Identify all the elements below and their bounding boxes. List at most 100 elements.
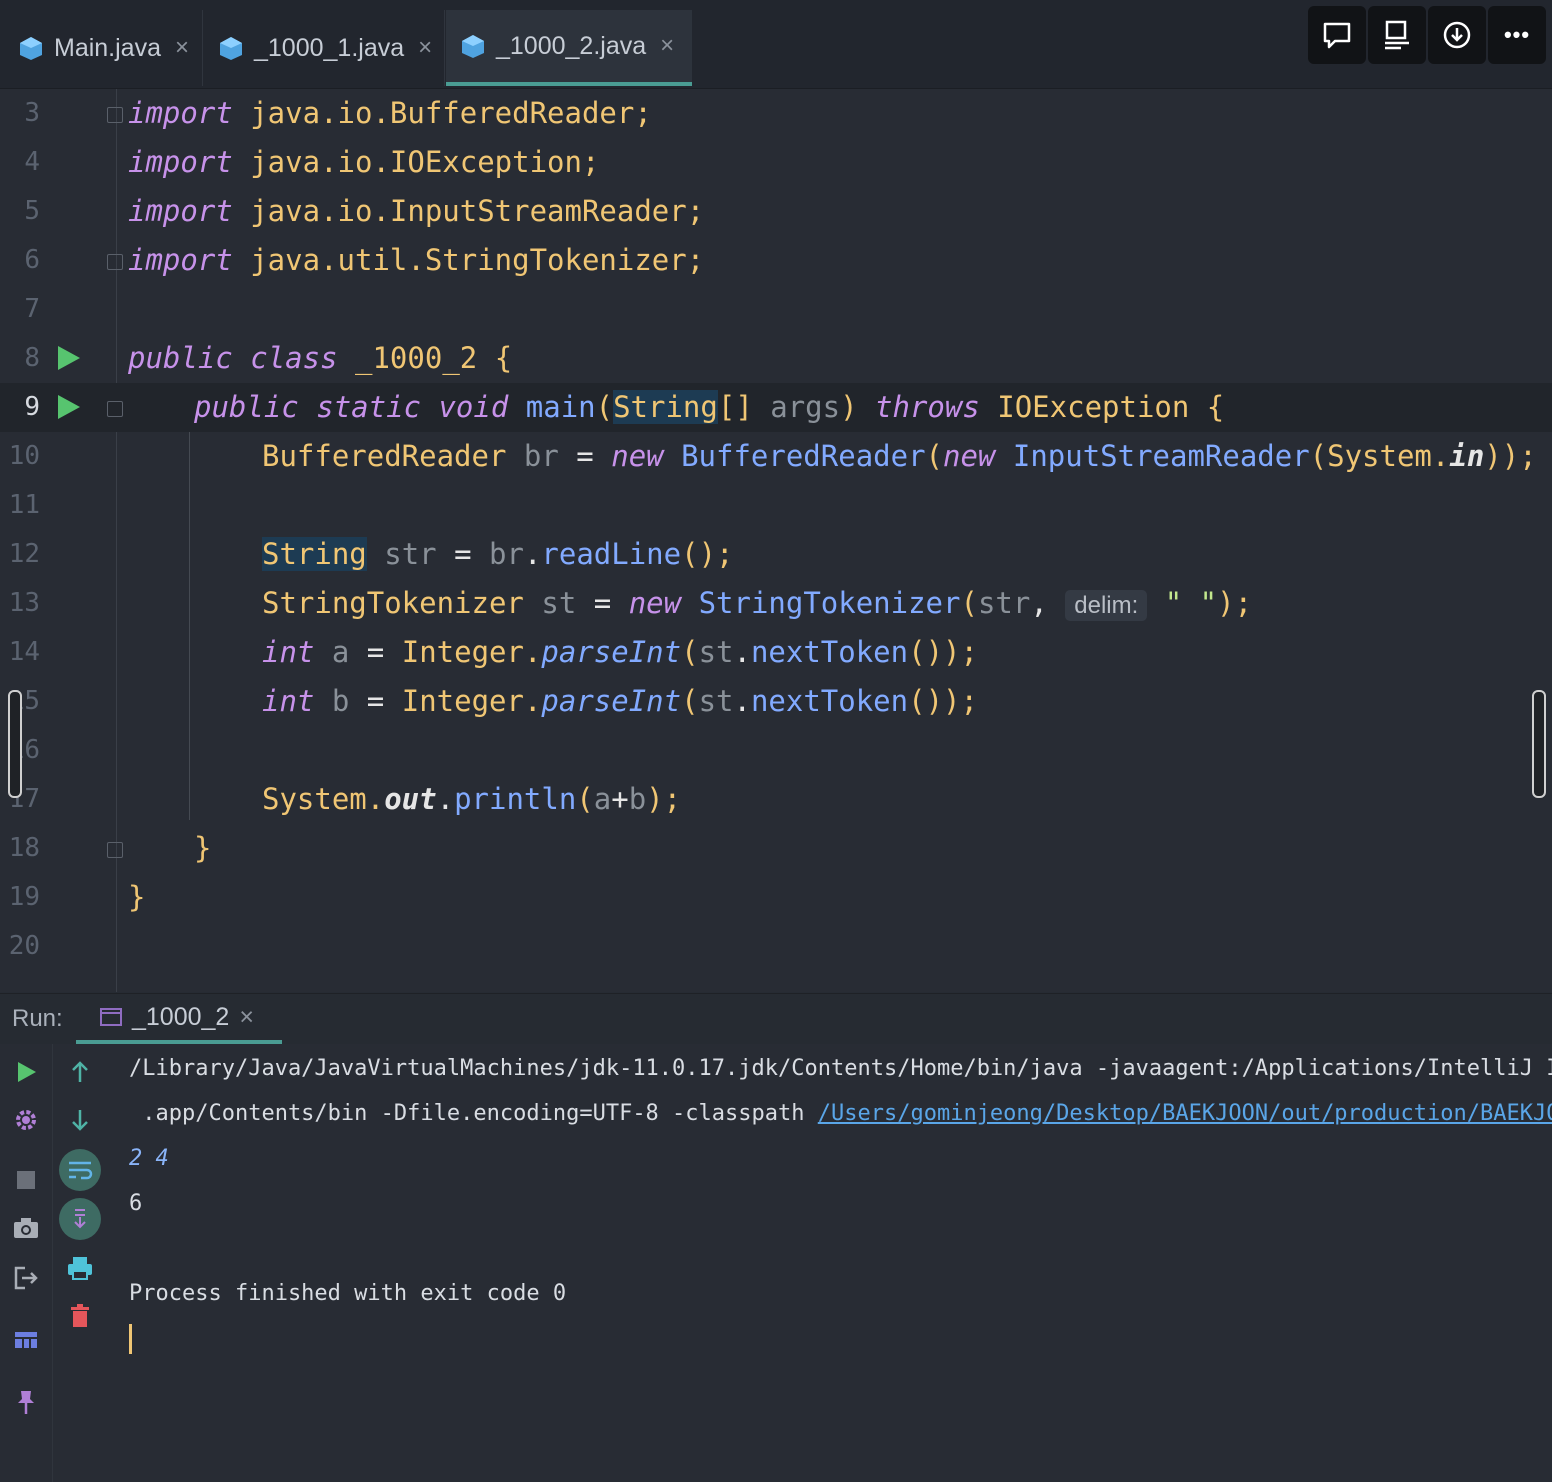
variable: a (593, 782, 612, 816)
code-editor[interactable]: 3 import java.io.BufferedReader; 4 impor… (0, 89, 1552, 992)
constructor: BufferedReader (681, 439, 926, 473)
tab-divider (444, 10, 445, 86)
right-scroll-handle[interactable] (1532, 690, 1546, 798)
classpath-link[interactable]: /Users/gominjeong/Desktop/BAEKJOON/out/p… (818, 1101, 1552, 1126)
tab-label: Main.java (54, 33, 161, 62)
class-ref: System. (262, 782, 385, 816)
printer-icon (68, 1257, 92, 1280)
console-icon (100, 1008, 122, 1026)
console-process-finished: Process finished with exit code 0 (129, 1281, 567, 1306)
run-gutter-icon[interactable] (58, 346, 80, 370)
line-number: 14 (8, 637, 40, 667)
code-line: 13 StringTokenizer st = new StringTokeni… (0, 579, 1552, 628)
variable: str (977, 586, 1031, 620)
print-button[interactable] (64, 1252, 96, 1284)
java-class-icon (220, 37, 242, 60)
left-scroll-handle[interactable] (8, 690, 22, 798)
operator: = (454, 537, 472, 571)
code-line: 3 import java.io.BufferedReader; (0, 89, 1552, 138)
download-button[interactable] (1428, 6, 1486, 64)
layout-icon (15, 1332, 37, 1348)
method-call: println (454, 782, 577, 816)
keyword: import (128, 145, 233, 179)
paren: ()); (908, 635, 978, 669)
line-number: 20 (8, 931, 40, 961)
pin-button[interactable] (10, 1386, 42, 1418)
fold-marker-icon[interactable] (107, 107, 123, 123)
line-number: 12 (8, 539, 40, 569)
layout-button[interactable] (10, 1324, 42, 1356)
comment-button[interactable] (1308, 6, 1366, 64)
scroll-down-button[interactable] (64, 1104, 96, 1136)
type-name: IOException (997, 390, 1190, 424)
fold-marker-icon[interactable] (107, 842, 123, 858)
java-class-icon (20, 37, 42, 60)
class-name: _1000_2 (355, 341, 478, 375)
arrow-up-icon (72, 1061, 88, 1082)
console-output: 6 (129, 1191, 143, 1216)
line-number: 8 (24, 343, 40, 373)
fold-marker-icon[interactable] (107, 254, 123, 270)
keyword: static (316, 390, 421, 424)
play-icon (18, 1062, 36, 1082)
soft-wrap-button[interactable] (59, 1149, 101, 1191)
variable: st (698, 684, 734, 718)
class-ref: (System. (1309, 439, 1450, 473)
exit-button[interactable] (10, 1262, 42, 1294)
paren: ) (840, 390, 858, 424)
tab-main-java[interactable]: Main.java × (10, 10, 200, 86)
close-icon[interactable]: × (239, 1003, 254, 1032)
line-number: 6 (24, 245, 40, 275)
keyword: int (262, 635, 315, 669)
keyword: public (194, 390, 299, 424)
stop-button[interactable] (10, 1164, 42, 1196)
operator: = (576, 439, 594, 473)
camera-icon (14, 1218, 38, 1238)
dot: . (436, 782, 455, 816)
type-name: String (262, 537, 367, 571)
parameter: args (770, 390, 841, 424)
rerun-button[interactable] (10, 1056, 42, 1088)
import-path: java.io.BufferedReader; (232, 96, 652, 130)
fold-marker-icon[interactable] (107, 401, 123, 417)
paren: ( (595, 390, 614, 424)
tab-1000-1-java[interactable]: _1000_1.java × (210, 10, 440, 86)
constructor: InputStreamReader (1012, 439, 1310, 473)
type-name: String (613, 390, 718, 424)
static-field: out (384, 782, 437, 816)
console-line: /Library/Java/JavaVirtualMachines/jdk-11… (129, 1056, 1552, 1081)
presentation-button[interactable] (1368, 6, 1426, 64)
paren: ( (960, 586, 978, 620)
line-number: 13 (8, 588, 40, 618)
tab-1000-2-java[interactable]: _1000_2.java × (446, 10, 692, 86)
overlay-toolbar: ••• (1308, 6, 1546, 64)
toolbar-divider (52, 1044, 53, 1482)
keyword: int (262, 684, 315, 718)
import-path: java.io.IOException; (232, 145, 600, 179)
more-button[interactable]: ••• (1488, 6, 1546, 64)
dot: . (523, 537, 542, 571)
run-console[interactable]: /Library/Java/JavaVirtualMachines/jdk-11… (0, 1044, 1552, 1482)
operator: = (366, 684, 385, 718)
run-gutter-icon[interactable] (58, 395, 80, 419)
scroll-to-end-button[interactable] (59, 1198, 101, 1240)
variable: st (541, 586, 577, 620)
close-icon[interactable]: × (175, 34, 189, 62)
run-config-tab[interactable]: _1000_2 × (76, 994, 282, 1044)
scroll-to-end-icon (74, 1209, 86, 1229)
keyword: class (250, 341, 338, 375)
close-icon[interactable]: × (418, 34, 432, 62)
keyword: throws (875, 390, 980, 424)
dump-threads-button[interactable] (10, 1212, 42, 1244)
scroll-up-button[interactable] (64, 1056, 96, 1088)
keyword: public (128, 341, 233, 375)
pin-icon (18, 1391, 34, 1414)
variable: br (523, 439, 559, 473)
settings-button[interactable] (10, 1104, 42, 1136)
run-label: Run: (12, 1005, 63, 1032)
java-class-icon (462, 35, 484, 58)
method-call: readLine (541, 537, 682, 571)
tab-divider (202, 10, 203, 86)
clear-all-button[interactable] (64, 1300, 96, 1332)
close-icon[interactable]: × (660, 32, 674, 60)
